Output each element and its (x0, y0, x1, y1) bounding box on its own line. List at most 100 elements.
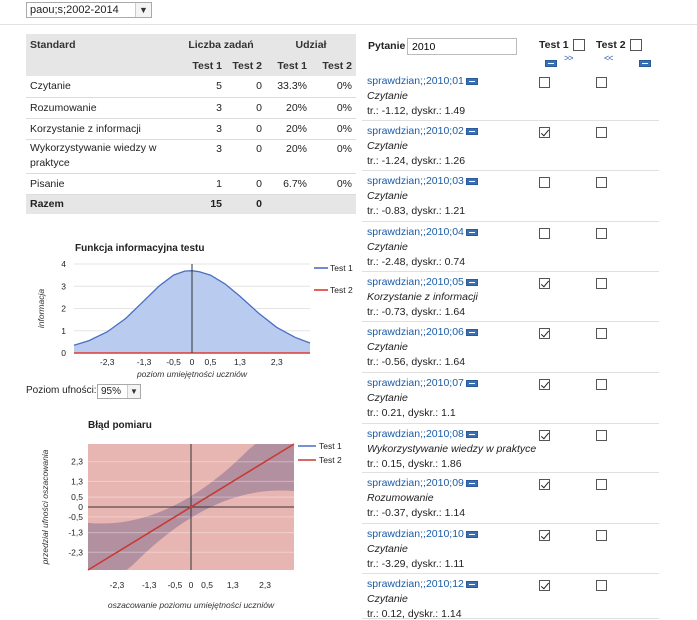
test2-checkbox[interactable] (596, 530, 607, 541)
test2-checkbox[interactable] (596, 328, 607, 339)
export-icon[interactable] (465, 580, 478, 588)
question-link[interactable]: sprawdzian;;2010;10 (367, 528, 464, 540)
question-row: sprawdzian;;2010;05 Korzystanie z informa… (362, 272, 659, 322)
export-icon[interactable] (639, 59, 652, 67)
test1-checkbox[interactable] (539, 77, 550, 88)
share-test1: 20% (266, 139, 311, 174)
col-count-header: Liczba zadań (188, 38, 254, 51)
standard-name: Rozumowanie (26, 97, 176, 119)
export-icon[interactable] (545, 59, 557, 67)
test2-checkbox[interactable] (596, 379, 607, 390)
test2-checkbox[interactable] (596, 580, 607, 591)
question-link[interactable]: sprawdzian;;2010;05 (367, 276, 464, 288)
question-id-line: sprawdzian;;2010;08 (367, 428, 478, 440)
question-link[interactable]: sprawdzian;;2010;01 (367, 75, 464, 87)
table-row: Korzystanie z informacji 3 0 20% 0% (26, 118, 356, 140)
questions-header: Pytanie Test 1 Test 2 >> << (362, 34, 659, 69)
export-icon[interactable] (465, 278, 478, 286)
x-tick-label: -0,5 (168, 580, 183, 590)
table-row: Wykorzystywanie wiedzy w praktyce 3 0 20%… (26, 139, 356, 174)
test2-checkbox[interactable] (596, 479, 607, 490)
test1-checkbox[interactable] (539, 127, 550, 138)
test2-checkbox[interactable] (596, 127, 607, 138)
question-link[interactable]: sprawdzian;;2010;03 (367, 175, 464, 187)
y-tick-label: 2,3 (71, 457, 83, 467)
export-icon[interactable] (465, 379, 478, 387)
question-link[interactable]: sprawdzian;;2010;04 (367, 226, 464, 238)
question-link[interactable]: sprawdzian;;2010;09 (367, 477, 464, 489)
select-all-test2-checkbox[interactable] (630, 39, 642, 51)
table-subheader-row: Test 1 Test 2 Test 1 Test 2 (26, 55, 356, 76)
chevron-down-icon[interactable]: ▼ (135, 3, 151, 17)
count-test1: 3 (176, 118, 226, 140)
count-test2: 0 (226, 118, 266, 140)
test1-checkbox[interactable] (539, 530, 550, 541)
confidence-dropdown[interactable]: 95% ▼ (97, 384, 141, 399)
y-tick-label: 1,3 (71, 476, 83, 486)
x-tick-label: 0 (189, 580, 194, 590)
test1-checkbox[interactable] (539, 430, 550, 441)
test2-checkbox[interactable] (596, 228, 607, 239)
move-right-arrows[interactable]: >> (564, 53, 573, 63)
question-link[interactable]: sprawdzian;;2010;12 (367, 578, 464, 590)
share-test1: 20% (266, 97, 311, 119)
export-icon[interactable] (465, 430, 478, 438)
question-id-line: sprawdzian;;2010;03 (367, 175, 478, 187)
question-link[interactable]: sprawdzian;;2010;06 (367, 326, 464, 338)
confidence-value: 95% (101, 386, 122, 397)
test1-checkbox[interactable] (539, 479, 550, 490)
count-test2: 0 (226, 76, 266, 98)
test2-checkbox[interactable] (596, 177, 607, 188)
total-test1: 15 (176, 194, 226, 214)
test2-checkbox[interactable] (596, 430, 607, 441)
export-icon[interactable] (465, 328, 478, 336)
move-left-arrows[interactable]: << (604, 53, 613, 63)
select-all-test1-checkbox[interactable] (573, 39, 585, 51)
export-icon[interactable] (465, 228, 478, 236)
standards-table: Standard Liczba zadań Udział Test 1 Test… (26, 34, 356, 214)
question-stats: tr.: -3.29, dyskr.: 1.11 (367, 558, 465, 570)
share-test1: 33.3% (266, 76, 311, 98)
table-row: Czytanie 5 0 33.3% 0% (26, 76, 356, 98)
question-link[interactable]: sprawdzian;;2010;07 (367, 377, 464, 389)
share-test2: 0% (311, 76, 356, 98)
export-icon[interactable] (465, 530, 478, 538)
chevron-down-icon[interactable]: ▼ (127, 385, 140, 398)
test1-checkbox[interactable] (539, 379, 550, 390)
table-total-row: Razem 15 0 (26, 194, 356, 214)
question-row: sprawdzian;;2010;06 Czytanie tr.: -0.56, d… (362, 322, 659, 373)
test1-checkbox[interactable] (539, 580, 550, 591)
test-selector-value: paou;s;2002-2014 (30, 4, 119, 16)
y-axis-label: informacja (36, 289, 46, 328)
y-tick-label: 4 (61, 259, 66, 269)
test-selector-dropdown[interactable]: paou;s;2002-2014 ▼ (26, 2, 152, 18)
test1-checkbox[interactable] (539, 228, 550, 239)
sub-header-test1: Test 1 (192, 59, 222, 72)
export-icon[interactable] (465, 127, 478, 135)
question-row: sprawdzian;;2010;01 Czytanie tr.: -1.12, d… (362, 71, 659, 121)
y-tick-label: -1,3 (68, 528, 83, 538)
y-tick-label: -2,3 (68, 547, 83, 557)
x-tick-label: -2,3 (100, 357, 115, 367)
question-category: Czytanie (367, 190, 408, 202)
export-icon[interactable] (465, 77, 478, 85)
export-icon[interactable] (465, 177, 478, 185)
col-share-header: Udział (295, 38, 327, 51)
test2-checkbox[interactable] (596, 77, 607, 88)
question-link[interactable]: sprawdzian;;2010;08 (367, 428, 464, 440)
test1-checkbox[interactable] (539, 278, 550, 289)
question-search-input[interactable] (407, 38, 517, 55)
count-test1: 3 (176, 97, 226, 119)
question-category: Czytanie (367, 241, 408, 253)
question-link[interactable]: sprawdzian;;2010;02 (367, 125, 464, 137)
question-stats: tr.: -0.73, dyskr.: 1.64 (367, 306, 466, 318)
test2-checkbox[interactable] (596, 278, 607, 289)
x-tick-label: 1,3 (227, 580, 239, 590)
export-icon[interactable] (465, 479, 478, 487)
test2-column-header: Test 2 (596, 39, 626, 51)
standard-name: Pisanie (26, 173, 176, 195)
test1-checkbox[interactable] (539, 328, 550, 339)
test1-checkbox[interactable] (539, 177, 550, 188)
question-category: Czytanie (367, 392, 408, 404)
x-tick-label: -1,3 (137, 357, 152, 367)
